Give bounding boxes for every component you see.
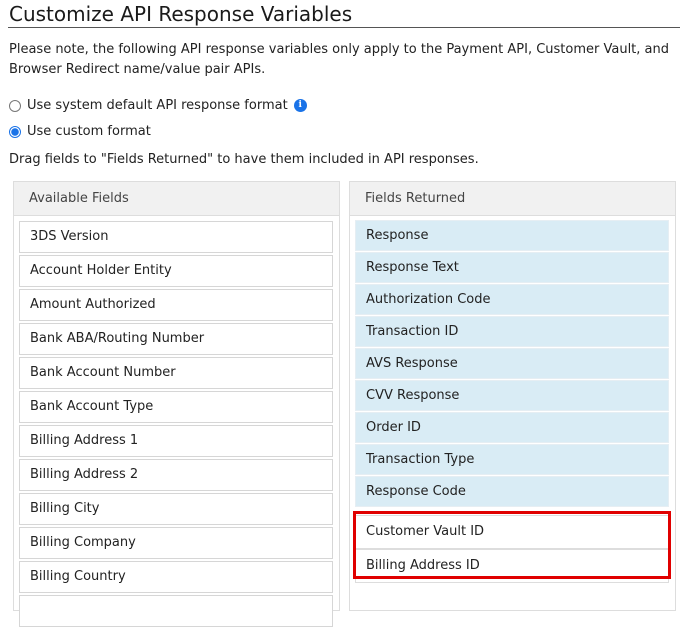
returned-field-item[interactable]: Response Text: [355, 252, 669, 283]
radio-label: Use system default API response format: [27, 98, 288, 113]
available-field-item[interactable]: Billing Company: [19, 527, 333, 559]
available-field-item[interactable]: 3DS Version: [19, 221, 333, 253]
available-field-item[interactable]: Billing Address 1: [19, 425, 333, 457]
radio-custom-format[interactable]: Use custom format: [9, 124, 151, 139]
available-field-item[interactable]: Bank Account Type: [19, 391, 333, 423]
available-field-item[interactable]: Bank ABA/Routing Number: [19, 323, 333, 355]
returned-field-item[interactable]: Transaction Type: [355, 444, 669, 475]
radio-system-default[interactable]: Use system default API response format i: [9, 98, 307, 113]
returned-field-item[interactable]: AVS Response: [355, 348, 669, 379]
note-text: Please note, the following API response …: [9, 42, 670, 77]
radio-button[interactable]: [9, 125, 21, 138]
drag-hint: Drag fields to "Fields Returned" to have…: [9, 152, 479, 167]
available-field-item[interactable]: Account Holder Entity: [19, 255, 333, 287]
returned-field-item[interactable]: Order ID: [355, 412, 669, 443]
available-field-item[interactable]: [19, 595, 333, 627]
info-icon[interactable]: i: [293, 99, 307, 112]
panel-header: Available Fields: [14, 182, 339, 216]
returned-field-item[interactable]: Authorization Code: [355, 284, 669, 315]
page-title: Customize API Response Variables: [9, 2, 353, 26]
available-fields-panel: Available Fields 3DS Version Account Hold…: [13, 181, 340, 627]
radio-label: Use custom format: [27, 124, 151, 139]
title-divider: [8, 27, 680, 28]
available-field-item[interactable]: Billing City: [19, 493, 333, 525]
available-field-item[interactable]: Amount Authorized: [19, 289, 333, 321]
available-field-item[interactable]: Billing Address 2: [19, 459, 333, 491]
panel-header: Fields Returned: [350, 182, 675, 216]
returned-field-item[interactable]: Transaction ID: [355, 316, 669, 347]
returned-field-item[interactable]: CVV Response: [355, 380, 669, 411]
highlight-box: [353, 511, 671, 579]
available-field-item[interactable]: Bank Account Number: [19, 357, 333, 389]
returned-field-item[interactable]: Response Code: [355, 476, 669, 507]
returned-field-item[interactable]: Response: [355, 220, 669, 251]
available-field-item[interactable]: Billing Country: [19, 561, 333, 593]
radio-button[interactable]: [9, 99, 21, 112]
